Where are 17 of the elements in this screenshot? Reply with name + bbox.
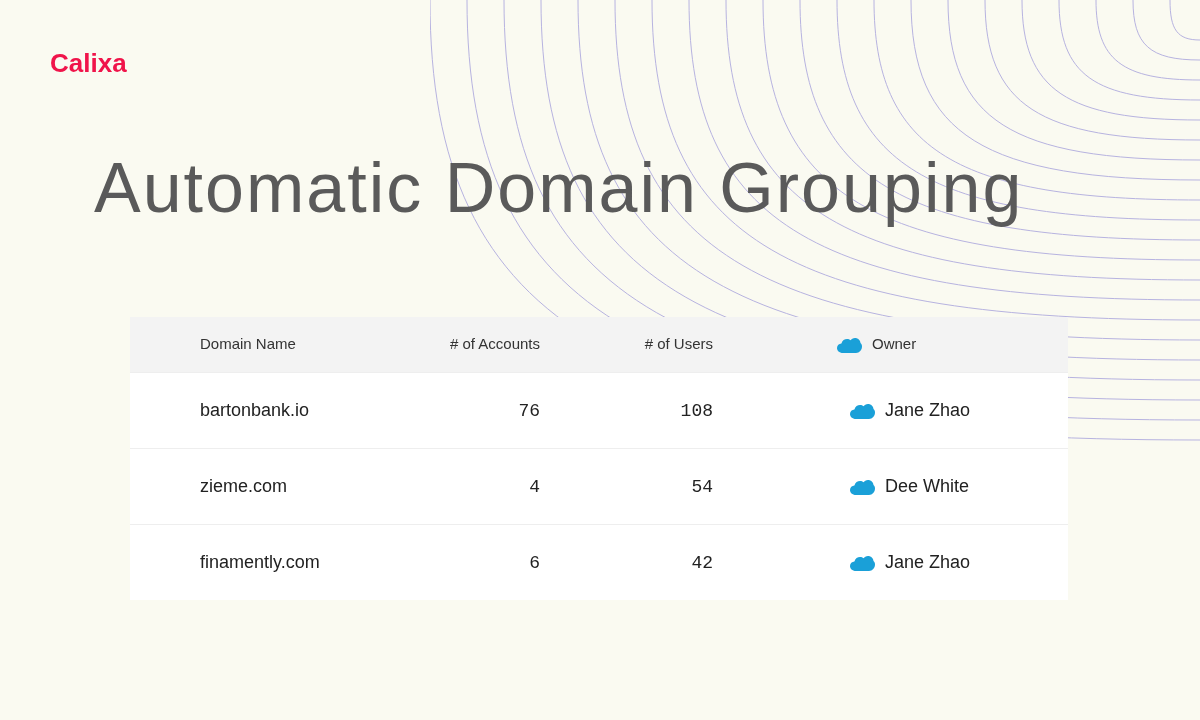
table-cell: finamently.com xyxy=(200,552,320,572)
logo: Calixa xyxy=(50,47,127,80)
column-header: # of Accounts xyxy=(449,335,540,353)
column-header: # of Users xyxy=(644,335,713,353)
table-cell-text: Dee White xyxy=(885,475,970,498)
column-header: Owner xyxy=(872,334,917,355)
table-cell: 4 xyxy=(529,476,540,497)
column-header: Domain Name xyxy=(200,335,296,353)
table-cell: 54 xyxy=(691,476,713,497)
table-cell-text: Jane Zhao xyxy=(885,551,971,574)
table-cell: 6 xyxy=(529,552,540,573)
table-cell: 76 xyxy=(518,400,540,421)
table-cell: 42 xyxy=(691,552,713,573)
table-cell: bartonbank.io xyxy=(200,400,310,420)
table-cell: zieme.com xyxy=(200,476,288,496)
table-cell-text: Jane Zhao xyxy=(885,399,971,422)
table-cell: 108 xyxy=(680,400,713,421)
